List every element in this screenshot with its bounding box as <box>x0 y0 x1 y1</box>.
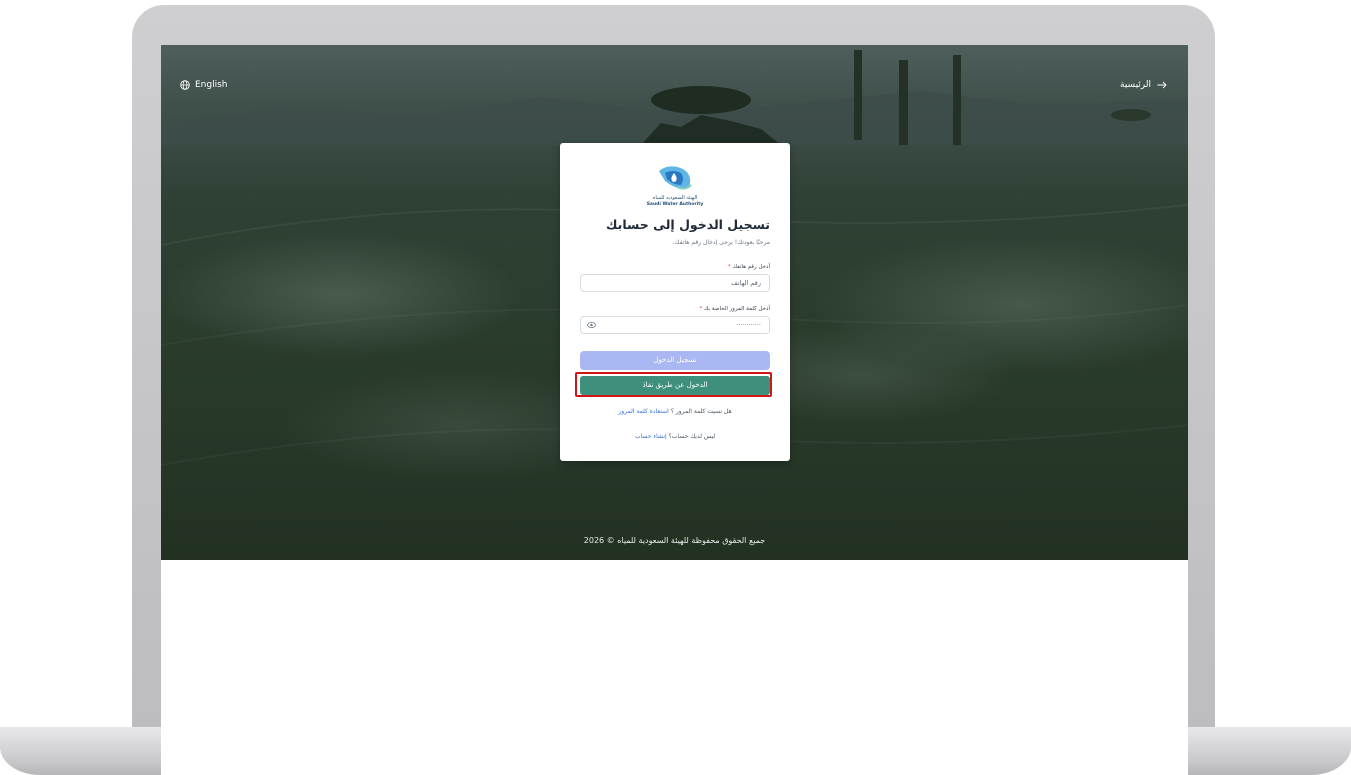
globe-icon <box>180 80 190 90</box>
required-mark: * <box>727 264 731 270</box>
phone-label: أدخل رقم هاتفك * <box>728 264 770 270</box>
signup-prompt: ليس لديك حساب؟ <box>668 433 716 440</box>
page-subtitle: مرحبًا بعودتك! يرجى إدخال رقم هاتفك. <box>672 239 770 246</box>
forgot-password-row: هل نسيت كلمة المرور ؟ استعادة كلمة المرو… <box>560 408 790 415</box>
hero-background: English الرئيسية جميع الحقوق محفوظة للهي… <box>161 45 1188 560</box>
forgot-password-link[interactable]: استعادة كلمة المرور <box>618 408 668 415</box>
highlight-box <box>575 372 772 397</box>
language-switch[interactable]: English <box>180 80 228 90</box>
password-label-text: أدخل كلمة المرور الخاصة بك <box>703 306 770 312</box>
signup-row: ليس لديك حساب؟ إنشاء حساب <box>560 433 790 440</box>
logo-arabic-name: الهيئة السعودية للمياه <box>652 195 698 201</box>
arrow-right-icon <box>1157 81 1167 89</box>
copyright-text: جميع الحقوق محفوظة للهيئة السعودية للميا… <box>583 536 766 545</box>
password-value: ············ <box>736 321 761 329</box>
water-drop-logo-icon <box>659 166 692 190</box>
page-title: تسجيل الدخول إلى حسابك <box>605 217 770 232</box>
password-label: أدخل كلمة المرور الخاصة بك * <box>699 306 770 312</box>
create-account-link[interactable]: إنشاء حساب <box>635 433 667 440</box>
phone-label-text: أدخل رقم هاتفك <box>732 264 770 270</box>
authority-logo <box>560 161 790 199</box>
password-input[interactable]: ············ <box>580 316 770 334</box>
login-card: الهيئة السعودية للمياه Saudi Water Autho… <box>560 143 790 461</box>
required-mark: * <box>699 306 703 312</box>
logo-english-name: Saudi Water Authority <box>646 202 704 207</box>
phone-placeholder: رقم الهاتف <box>731 279 761 287</box>
home-label: الرئيسية <box>1120 80 1151 90</box>
phone-input[interactable]: رقم الهاتف <box>580 274 770 292</box>
login-button[interactable]: تسجيل الدخول <box>580 351 770 370</box>
eye-icon[interactable] <box>587 321 596 329</box>
language-label: English <box>195 80 228 90</box>
home-link[interactable]: الرئيسية <box>1120 80 1167 90</box>
screen: English الرئيسية جميع الحقوق محفوظة للهي… <box>161 45 1188 775</box>
forgot-prompt: هل نسيت كلمة المرور ؟ <box>670 408 732 415</box>
